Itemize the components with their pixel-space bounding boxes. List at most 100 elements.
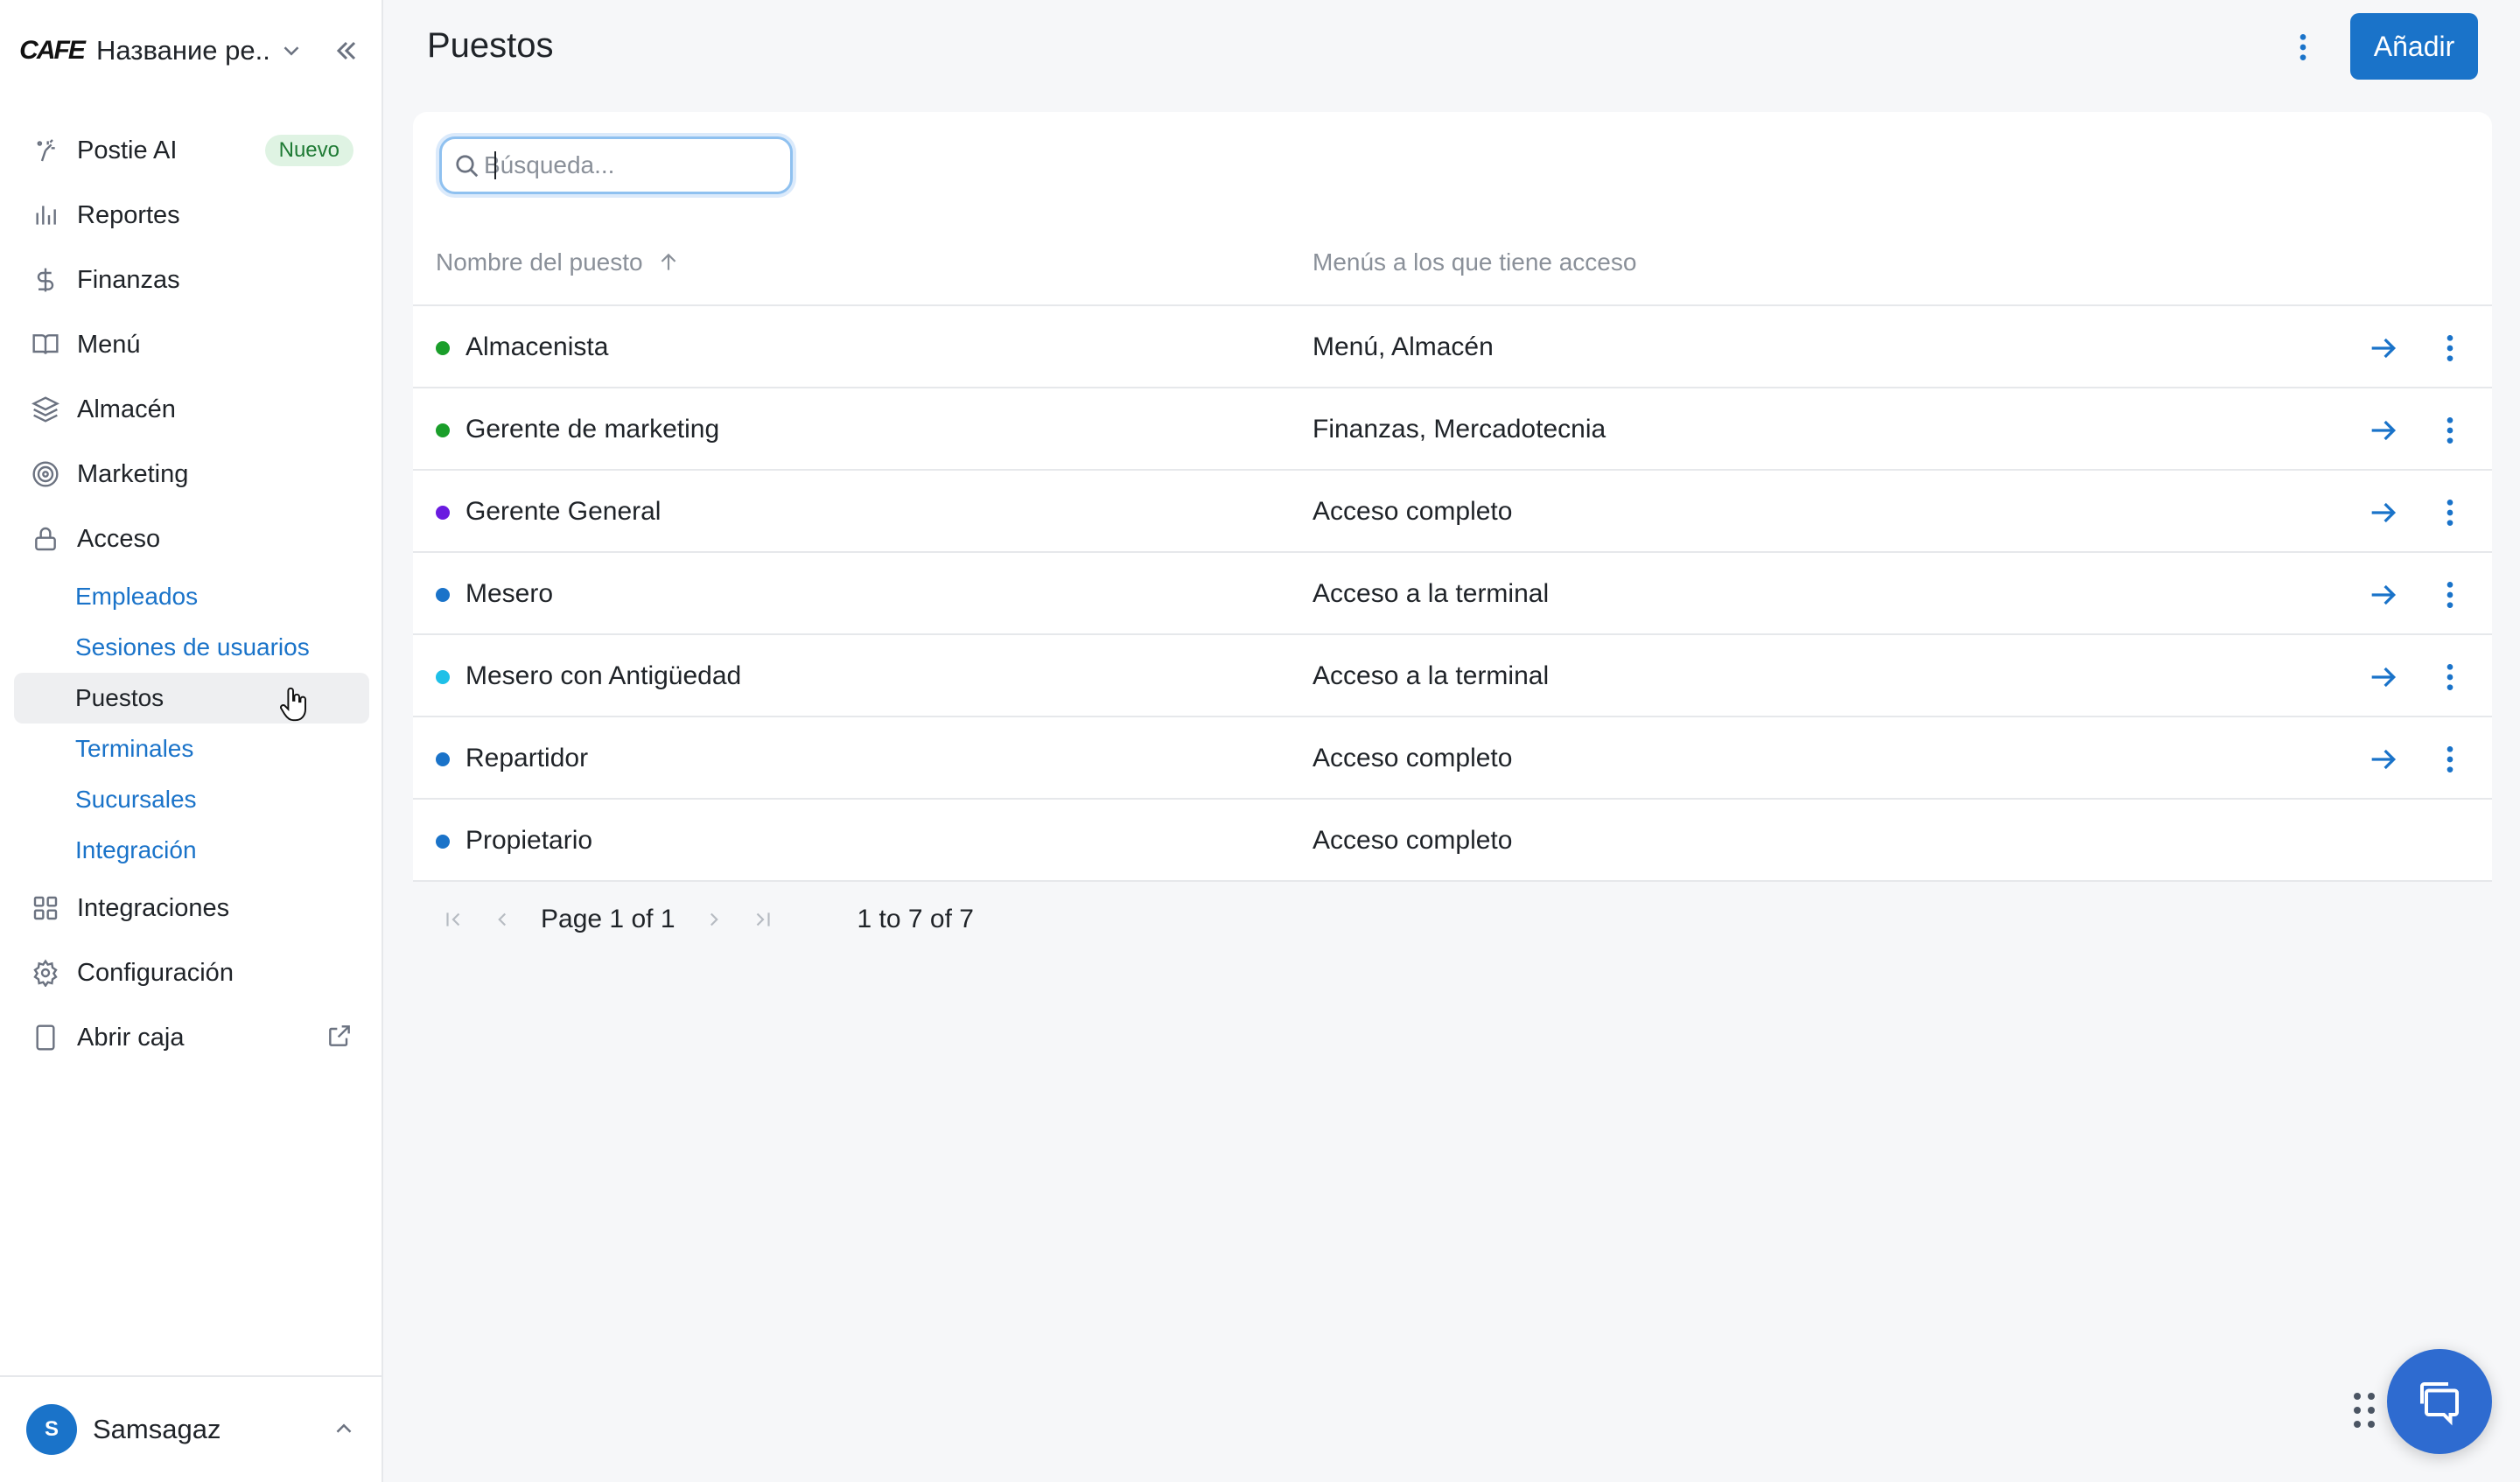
status-dot [436,670,450,684]
total-pages: 1 [660,905,676,933]
sidebar-item-abrir-caja[interactable]: Abrir caja [14,1011,369,1064]
sidebar-subitem-terminales[interactable]: Terminales [14,724,369,774]
book-icon [30,329,61,360]
sidebar-item-marketing[interactable]: Marketing [14,448,369,500]
sidebar-subitem-empleados[interactable]: Empleados [14,571,369,622]
row-more-options-icon[interactable] [2432,495,2468,530]
collapse-sidebar-icon[interactable] [331,35,362,66]
sidebar-subitem-sucursales[interactable]: Sucursales [14,774,369,825]
status-dot [436,341,450,355]
page-title: Puestos [427,26,554,65]
chevron-left-icon [498,912,507,926]
sidebar-item-postie-ai[interactable]: Postie AI Nuevo [14,124,369,177]
dollar-icon [30,264,61,296]
position-menus: Acceso a la terminal [1312,579,1550,608]
row-more-options-icon[interactable] [2432,331,2468,366]
position-menus: Menú, Almacén [1312,332,1494,361]
next-page-button[interactable] [696,902,732,937]
position-menus: Acceso a la terminal [1312,661,1550,690]
sidebar-subitem-puestos[interactable]: Puestos [14,673,369,724]
user-menu[interactable]: S Samsagaz [0,1375,383,1482]
position-menus: Finanzas, Mercadotecnia [1312,415,1606,444]
sidebar-item-label: Almacén [77,395,176,423]
table-row[interactable]: Propietario Acceso completo [413,800,2492,882]
chat-button[interactable] [2387,1349,2492,1454]
position-name: Repartidor [466,744,589,772]
external-link-icon [329,1025,350,1046]
venue-name: Название ре... [96,35,271,66]
page-indicator: Page 1 of 1 [541,905,676,934]
table-row[interactable]: Gerente General Acceso completo [413,471,2492,553]
search-icon [456,155,479,178]
venue-selector[interactable]: CAFE Название ре... [19,23,362,79]
row-more-options-icon[interactable] [2432,660,2468,695]
grid-icon [30,892,61,924]
position-name: Propietario [466,826,593,855]
table-row[interactable]: Gerente de marketing Finanzas, Mercadotec… [413,388,2492,471]
sidebar-subitem-sesiones[interactable]: Sesiones de usuarios [14,622,369,673]
position-menus: Acceso completo [1312,497,1513,526]
ai-wand-icon [30,135,61,166]
add-button[interactable]: Añadir [2350,13,2478,80]
arrow-right-icon[interactable] [2366,495,2401,530]
sidebar-item-label: Configuración [77,958,234,987]
sidebar-item-finanzas[interactable]: Finanzas [14,254,369,306]
row-more-options-icon[interactable] [2432,742,2468,777]
sidebar-item-configuracion[interactable]: Configuración [14,947,369,999]
table-row[interactable]: Repartidor Acceso completo [413,717,2492,800]
sidebar-item-acceso[interactable]: Acceso [14,513,369,565]
search-input[interactable] [484,151,781,179]
current-page: 1 [609,905,625,933]
chevron-up-icon [336,1423,352,1433]
sidebar-item-label: Abrir caja [77,1023,185,1052]
sidebar-item-menu[interactable]: Menú [14,318,369,371]
position-menus: Acceso completo [1312,744,1513,772]
tablet-icon [30,1022,61,1053]
sidebar: CAFE Название ре... Postie AI Nuevo Repo… [0,0,383,1482]
brand-logo: CAFE [19,36,86,65]
more-options-icon[interactable] [2286,30,2320,65]
arrow-right-icon[interactable] [2366,742,2401,777]
status-dot [436,506,450,520]
arrow-right-icon[interactable] [2366,577,2401,612]
row-more-options-icon[interactable] [2432,577,2468,612]
of-label: of [631,905,654,933]
table-row[interactable]: Mesero Acceso a la terminal [413,553,2492,635]
sidebar-subitem-integracion[interactable]: Integración [14,825,369,876]
sidebar-item-reportes[interactable]: Reportes [14,189,369,241]
column-header-label: Menús a los que tiene acceso [1312,248,1637,276]
row-more-options-icon[interactable] [2432,413,2468,448]
column-header-name[interactable]: Nombre del puesto [436,248,680,276]
arrow-right-icon[interactable] [2366,331,2401,366]
chevron-right-icon [710,912,718,926]
last-page-icon [756,912,770,926]
pagination: Page 1 of 1 1 to 7 of 7 [413,889,974,950]
sidebar-item-integraciones[interactable]: Integraciones [14,882,369,934]
sort-ascending-icon [661,253,676,270]
table-row[interactable]: Almacenista Menú, Almacén [413,306,2492,388]
sidebar-item-almacen[interactable]: Almacén [14,383,369,436]
search-box[interactable] [439,136,793,194]
lock-icon [30,523,61,555]
layers-icon [30,394,61,425]
sidebar-item-label: Reportes [77,200,180,229]
arrow-right-icon[interactable] [2366,660,2401,695]
drag-handle-icon[interactable] [2352,1391,2376,1430]
table-row[interactable]: Mesero con Antigüedad Acceso a la termina… [413,635,2492,717]
target-icon [30,458,61,490]
last-page-button[interactable] [746,902,780,937]
sidebar-item-label: Integraciones [77,893,230,922]
position-name: Mesero [466,579,554,608]
sidebar-item-label: Menú [77,330,141,359]
new-badge: Nuevo [264,135,354,166]
avatar: S [26,1404,77,1455]
prev-page-button[interactable] [485,902,520,937]
arrow-right-icon[interactable] [2366,413,2401,448]
user-name: Samsagaz [93,1414,221,1444]
first-page-button[interactable] [436,902,471,937]
chevron-down-icon [284,46,299,56]
positions-table-card: Nombre del puesto Menús a los que tiene … [413,112,2492,882]
status-dot [436,835,450,849]
position-menus: Acceso completo [1312,826,1513,855]
column-header-menus[interactable]: Menús a los que tiene acceso [1312,248,1636,276]
